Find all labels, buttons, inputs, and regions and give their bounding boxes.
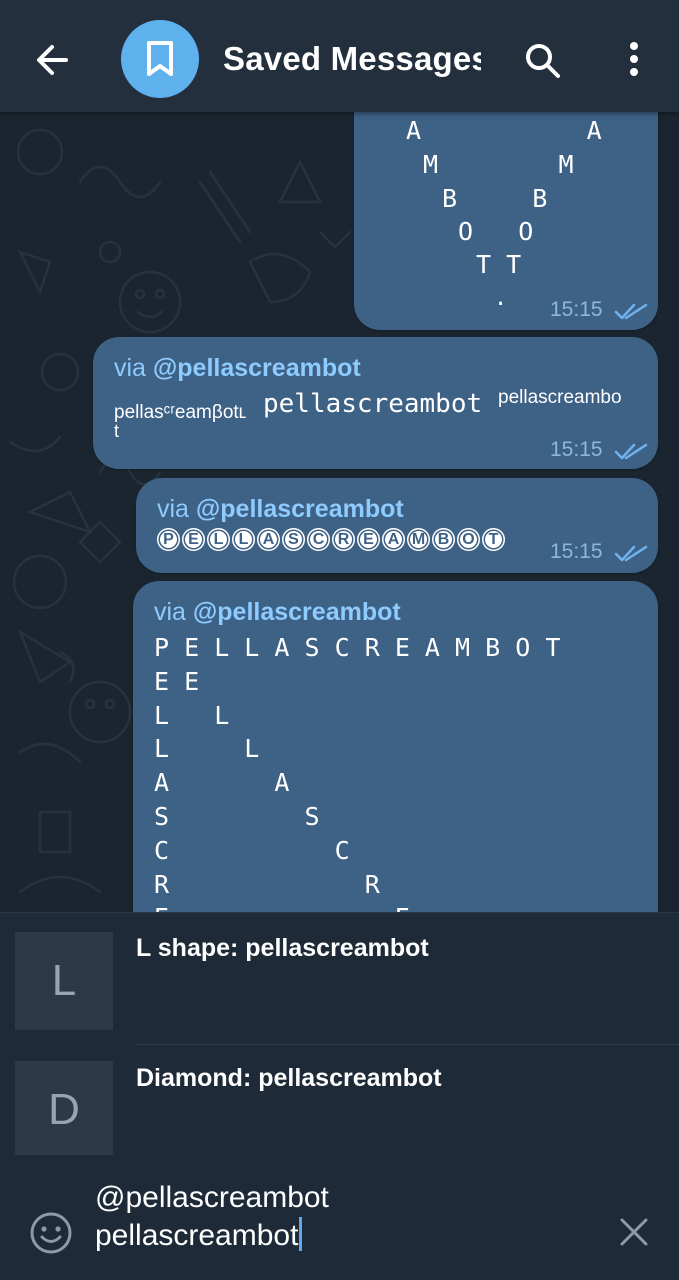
circled-letter: T [482,528,505,551]
inline-result-item[interactable]: D Diamond: pellascreambot [0,1045,679,1156]
circled-letter: L [232,528,255,551]
double-check-icon [614,303,648,320]
art-line: B B [442,184,548,213]
message-time: 15:15 [550,438,603,461]
art-line: . [494,286,508,311]
search-icon [526,44,560,78]
art-line: R R [154,869,380,899]
via-bot-label: via @pellascreambot [157,495,404,523]
bot-username-link[interactable]: @pellascreambot [196,495,404,523]
message-bubble[interactable]: via @pellascreambot pellasᶜʳeamβotʟ pell… [93,337,658,469]
result-thumbnail: D [15,1061,113,1156]
bot-username-link[interactable]: @pellascreambot [153,354,361,382]
art-line: M M [423,150,574,179]
message-bubble[interactable]: via @pellascreambot PELLASCREAMBOT 15:15 [136,478,658,573]
result-thumbnail: L [15,932,113,1030]
circled-letter: C [307,528,330,551]
art-line: O O [458,217,534,246]
input-line: pellascreambot [95,1217,595,1255]
more-menu-button[interactable] [612,36,656,86]
more-vertical-icon [630,42,638,76]
inline-result-item[interactable]: L L shape: pellascreambot [0,913,679,1044]
art-line: E E [154,666,200,696]
styled-text-wrap: t [114,421,120,441]
circled-letters: PELLASCREAMBOT [157,528,507,554]
circled-letter: O [457,528,480,551]
via-bot-label: via @pellascreambot [114,354,361,382]
input-line: @pellascreambot [95,1181,329,1214]
arrow-left-icon [37,45,68,75]
emoji-button[interactable] [28,1210,74,1256]
message-input-bar: @pellascreambot pellascreambot [0,1155,679,1280]
circled-letter: B [432,528,455,551]
art-line: P E L L A S C R E A M B O T [154,633,561,662]
inline-results-panel: L L shape: pellascreambot D Diamond: pel… [0,912,679,1156]
double-check-icon [614,443,648,460]
text-cursor [299,1217,303,1251]
chat-header: Saved Messages [0,0,679,112]
circled-letter: P [157,528,180,551]
styled-text-small: pellasᶜʳeamβotʟ [114,402,247,423]
circled-letter: M [407,528,430,551]
art-line: L L [154,734,260,764]
art-line: A A [406,116,602,145]
message-time: 15:15 [550,298,603,321]
circled-letter: L [207,528,230,551]
message-time: 15:15 [550,540,603,563]
message-bubble[interactable]: A A M M B B O O T T . 15:15 [354,90,658,330]
art-line: A A [154,768,290,798]
styled-text-superscript: pellascreambo [498,387,622,408]
clear-input-button[interactable] [614,1212,654,1252]
ascii-art-block: P E L L A S C R E A M B O T E E L L L L A AS… [154,631,560,935]
circled-letter: E [357,528,380,551]
circled-letter: E [182,528,205,551]
circled-letter: A [382,528,405,551]
bookmark-icon [147,41,173,76]
art-line: C C [154,835,350,865]
circled-letter: S [282,528,305,551]
result-title: Diamond: pellascreambot [136,1064,442,1092]
art-line: L L [154,700,230,730]
back-button[interactable] [26,30,78,82]
styled-text-mono: pellascreambot [263,389,483,419]
result-title: L shape: pellascreambot [136,934,429,962]
search-button[interactable] [518,36,568,86]
circled-letter: R [332,528,355,551]
via-bot-label: via @pellascreambot [154,598,401,626]
art-line: T T [476,250,522,279]
circled-letter: A [257,528,280,551]
double-check-icon [614,545,648,562]
message-input[interactable]: @pellascreambot pellascreambot [95,1179,595,1255]
bot-username-link[interactable]: @pellascreambot [193,598,401,626]
page-title[interactable]: Saved Messages [223,40,481,84]
art-line: S S [154,801,320,831]
avatar[interactable] [121,20,199,98]
close-icon [620,1218,648,1246]
smile-icon [30,1212,72,1254]
